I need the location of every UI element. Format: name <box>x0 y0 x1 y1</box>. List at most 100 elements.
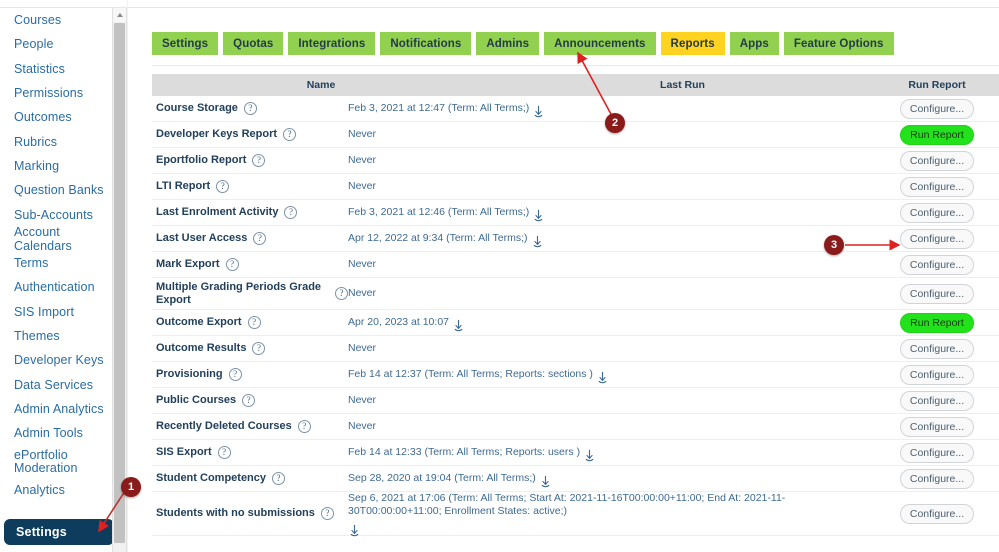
tab-admins[interactable]: Admins <box>476 32 539 55</box>
help-question-icon[interactable]: ? <box>335 287 348 300</box>
sidebar-item-data-services[interactable]: Data Services <box>0 372 108 396</box>
sidebar-item-courses[interactable]: Courses <box>0 8 108 32</box>
configure-button[interactable]: Configure... <box>900 443 974 463</box>
report-name-label: Students with no submissions <box>156 507 315 520</box>
table-row: SIS Export?Feb 14 at 12:33 (Term: All Te… <box>152 440 999 466</box>
configure-button[interactable]: Configure... <box>900 339 974 359</box>
configure-button[interactable]: Configure... <box>900 391 974 411</box>
configure-button[interactable]: Configure... <box>900 469 974 489</box>
configure-button[interactable]: Configure... <box>900 284 974 304</box>
sidebar-item-sis-import[interactable]: SIS Import <box>0 300 108 324</box>
sidebar-item-account-calendars[interactable]: Account Calendars <box>0 227 108 251</box>
sidebar-item-developer-keys[interactable]: Developer Keys <box>0 348 108 372</box>
run-report-cell: Configure... <box>875 365 999 385</box>
help-question-icon[interactable]: ? <box>284 206 297 219</box>
download-icon[interactable] <box>348 524 361 538</box>
last-run-cell: Feb 14 at 12:37 (Term: All Terms; Report… <box>348 368 875 382</box>
help-question-icon[interactable]: ? <box>253 232 266 245</box>
sidebar-item-question-banks[interactable]: Question Banks <box>0 178 108 202</box>
sidebar-item-settings[interactable]: Settings <box>4 519 114 545</box>
configure-button[interactable]: Configure... <box>900 203 974 223</box>
run-report-cell: Configure... <box>875 255 999 275</box>
sidebar-item-outcomes[interactable]: Outcomes <box>0 105 108 129</box>
run-report-button[interactable]: Run Report <box>900 313 974 333</box>
sidebar-item-terms[interactable]: Terms <box>0 251 108 275</box>
sidebar-item-marking-label: Marking <box>0 159 59 173</box>
sidebar-item-courses-label: Courses <box>0 13 61 27</box>
last-run-cell: Feb 3, 2021 at 12:46 (Term: All Terms;) <box>348 206 875 220</box>
sidebar-item-marking[interactable]: Marking <box>0 154 108 178</box>
run-report-cell: Configure... <box>875 177 999 197</box>
sidebar-nav-list: Courses PeopleStatistics Permissions Outcom… <box>0 8 108 503</box>
help-question-icon[interactable]: ? <box>248 316 261 329</box>
table-row: Student Competency?Sep 28, 2020 at 19:04… <box>152 466 999 492</box>
help-question-icon[interactable]: ? <box>252 154 265 167</box>
help-question-icon[interactable]: ? <box>229 368 242 381</box>
download-icon[interactable] <box>539 475 552 489</box>
tab-integrations[interactable]: Integrations <box>288 32 375 55</box>
sidebar-item-rubrics[interactable]: Rubrics <box>0 129 108 153</box>
report-name-cell: Provisioning? <box>152 368 348 381</box>
sidebar-item-eportfolio-moderation[interactable]: ePortfolioModeration <box>0 445 108 478</box>
reports-table: Name Last Run Run Report Course Storage?… <box>152 74 999 536</box>
tab-reports[interactable]: Reports <box>661 32 725 55</box>
run-report-cell: Configure... <box>875 203 999 223</box>
help-question-icon[interactable]: ? <box>252 342 265 355</box>
sidebar-item-admin-analytics[interactable]: Admin Analytics <box>0 397 108 421</box>
sidebar-item-themes[interactable]: Themes <box>0 324 108 348</box>
download-icon[interactable] <box>596 371 609 385</box>
scroll-up-arrow-icon[interactable] <box>113 8 126 22</box>
last-run-text: Never <box>348 420 376 433</box>
sidebar-item-sis-import-label: SIS Import <box>0 305 74 319</box>
help-question-icon[interactable]: ? <box>298 420 311 433</box>
reports-table-body: Course Storage?Feb 3, 2021 at 12:47 (Ter… <box>152 96 999 536</box>
help-question-icon[interactable]: ? <box>272 472 285 485</box>
configure-button[interactable]: Configure... <box>900 229 974 249</box>
download-icon[interactable] <box>452 319 465 333</box>
sidebar-item-admin-tools[interactable]: Admin Tools <box>0 421 108 445</box>
tab-settings[interactable]: Settings <box>152 32 218 55</box>
tab-apps[interactable]: Apps <box>730 32 779 55</box>
download-icon[interactable] <box>532 209 545 223</box>
tab-announcements[interactable]: Announcements <box>544 32 655 55</box>
help-question-icon[interactable]: ? <box>216 180 229 193</box>
configure-button[interactable]: Configure... <box>900 504 974 524</box>
help-question-icon[interactable]: ? <box>283 128 296 141</box>
help-question-icon[interactable]: ? <box>244 102 257 115</box>
report-name-cell: Mark Export? <box>152 258 348 271</box>
sidebar-item-permissions[interactable]: Permissions <box>0 81 108 105</box>
last-run-text: Feb 14 at 12:37 (Term: All Terms; Report… <box>348 368 593 381</box>
configure-button[interactable]: Configure... <box>900 99 974 119</box>
configure-button[interactable]: Configure... <box>900 417 974 437</box>
sidebar-scrollbar[interactable] <box>112 8 127 552</box>
download-icon[interactable] <box>531 235 544 249</box>
report-name-cell: Last Enrolment Activity? <box>152 206 348 219</box>
run-report-button[interactable]: Run Report <box>900 125 974 145</box>
tab-label: Admins <box>486 38 529 50</box>
sidebar-item-authentication[interactable]: Authentication <box>0 275 108 299</box>
sidebar-item-sub-accounts[interactable]: Sub-Accounts <box>0 202 108 226</box>
tab-notifications[interactable]: Notifications <box>380 32 471 55</box>
download-icon[interactable] <box>583 449 596 463</box>
help-question-icon[interactable]: ? <box>226 258 239 271</box>
sidebar-item-statistics[interactable]: Statistics <box>0 57 108 81</box>
report-name-label: Outcome Export <box>156 316 242 329</box>
last-run-cell: Never <box>348 180 875 193</box>
table-row: LTI Report?NeverConfigure... <box>152 174 999 200</box>
configure-button[interactable]: Configure... <box>900 151 974 171</box>
download-icon[interactable] <box>532 105 545 119</box>
sidebar-item-permissions-label: Permissions <box>0 86 83 100</box>
sidebar-item-people[interactable]: People <box>0 32 108 56</box>
configure-button[interactable]: Configure... <box>900 255 974 275</box>
configure-button[interactable]: Configure... <box>900 177 974 197</box>
sidebar-item-analytics[interactable]: Analytics <box>0 478 108 502</box>
help-question-icon[interactable]: ? <box>218 446 231 459</box>
help-question-icon[interactable]: ? <box>242 394 255 407</box>
help-question-icon[interactable]: ? <box>321 507 334 520</box>
tab-quotas[interactable]: Quotas <box>223 32 283 55</box>
last-run-text: Apr 12, 2022 at 9:34 (Term: All Terms;) <box>348 232 528 245</box>
scrollbar-thumb[interactable] <box>114 23 125 543</box>
run-report-cell: Run Report <box>875 313 999 333</box>
tab-feature-options[interactable]: Feature Options <box>784 32 894 55</box>
configure-button[interactable]: Configure... <box>900 365 974 385</box>
